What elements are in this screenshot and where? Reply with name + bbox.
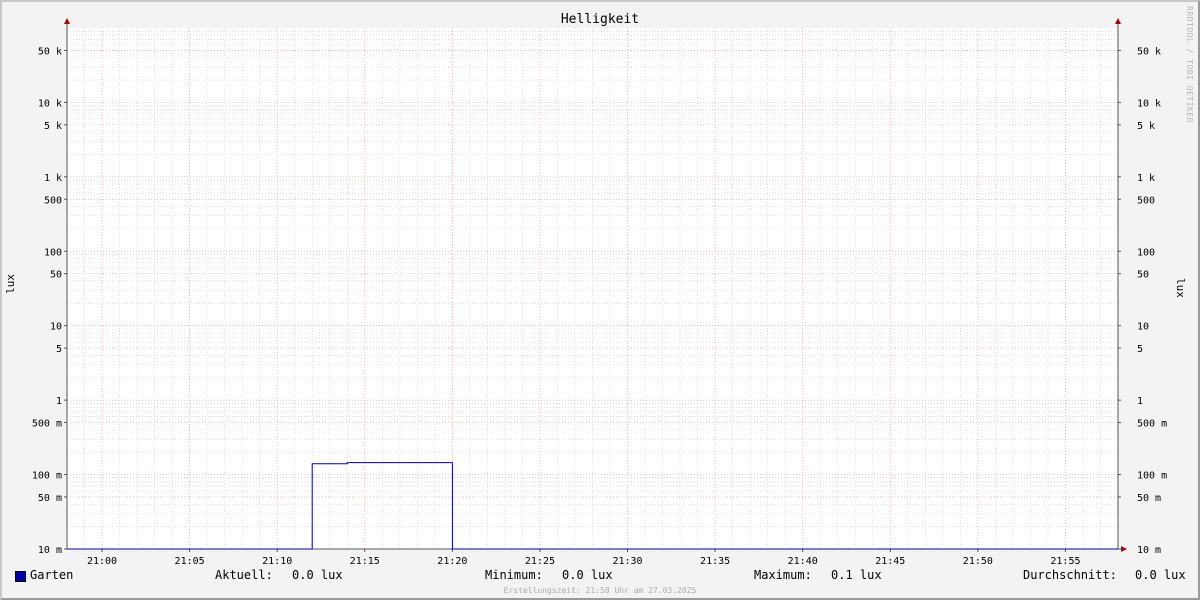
x-tick-label: 21:20 [437, 556, 467, 567]
y-tick-label-right: 500 [1137, 195, 1155, 206]
y-tick-label-right: 10 [1137, 322, 1149, 333]
y-tick-label-right: 500 m [1137, 419, 1167, 430]
y-tick-label-left: 50 [50, 270, 62, 281]
y-tick-label-right: 5 [1137, 344, 1143, 355]
y-tick-label-left: 500 m [32, 419, 62, 430]
y-tick-label-left: 100 [44, 247, 62, 258]
x-tick-label: 21:10 [262, 556, 292, 567]
legend-min-label: Minimum: [485, 568, 543, 582]
x-tick-label: 21:05 [175, 556, 205, 567]
x-tick-label: 21:00 [87, 556, 117, 567]
y-tick-label-right: 10 k [1137, 98, 1161, 109]
x-tick-label: 21:50 [963, 556, 993, 567]
y-axis-arrow-right [1115, 18, 1121, 24]
y-tick-label-right: 1 [1137, 396, 1143, 407]
legend-swatch [15, 571, 26, 582]
y-tick-label-right: 100 [1137, 247, 1155, 258]
legend-series-name: Garten [30, 568, 74, 582]
x-tick-label: 21:25 [525, 556, 555, 567]
y-tick-label-left: 1 [56, 396, 62, 407]
x-tick-label: 21:40 [788, 556, 818, 567]
y-tick-label-right: 50 m [1137, 493, 1161, 504]
y-tick-label-left: 100 m [32, 471, 62, 482]
x-tick-label: 21:35 [700, 556, 730, 567]
legend-current-label: Aktuell: [215, 568, 273, 582]
y-tick-label-left: 5 [56, 344, 62, 355]
y-tick-label-left: 10 k [38, 98, 62, 109]
y-tick-label-right: 5 k [1137, 121, 1155, 132]
y-tick-label-right: 10 m [1137, 545, 1161, 556]
x-axis-arrow [1121, 546, 1127, 552]
y-axis-arrow-left [64, 18, 70, 24]
y-tick-label-left: 1 k [44, 173, 62, 184]
y-tick-label-left: 10 [50, 322, 62, 333]
legend-max-value: 0.1 lux [831, 568, 882, 582]
x-tick-label: 21:55 [1050, 556, 1080, 567]
y-tick-label-left: 50 m [38, 493, 62, 504]
y-tick-label-right: 50 k [1137, 46, 1161, 57]
legend-min-value: 0.0 lux [562, 568, 613, 582]
legend-current-value: 0.0 lux [292, 568, 343, 582]
legend-max-label: Maximum: [754, 568, 812, 582]
legend-avg-label: Durchschnitt: [1023, 568, 1117, 582]
legend-avg-value: 0.0 lux [1135, 568, 1186, 582]
y-tick-label-right: 1 k [1137, 173, 1155, 184]
y-tick-label-left: 5 k [44, 121, 62, 132]
chart-svg: 21:00 21:05 21:10 21:15 21:20 21:25 21:30 21:35… [32, 18, 1167, 567]
y-tick-label-left: 10 m [38, 545, 62, 556]
y-tick-label-right: 50 [1137, 270, 1149, 281]
creation-time: Erstellungszeit: 21:58 Uhr am 27.03.2025 [503, 586, 697, 595]
chart-frame: Helligkeit RRDTOOL / TOBI OETIKER lux lu… [0, 0, 1200, 600]
x-tick-label: 21:30 [612, 556, 642, 567]
y-tick-label-left: 50 k [38, 46, 62, 57]
x-tick-label: 21:45 [875, 556, 905, 567]
y-tick-label-right: 100 m [1137, 471, 1167, 482]
y-tick-label-left: 500 [44, 195, 62, 206]
x-tick-label: 21:15 [350, 556, 380, 567]
